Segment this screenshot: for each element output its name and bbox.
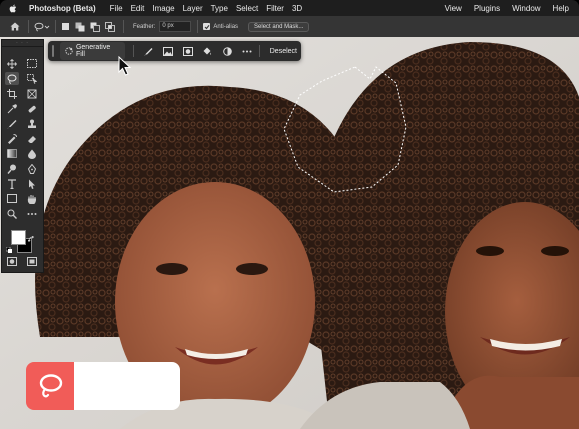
- zoom-tool-icon[interactable]: [5, 207, 19, 220]
- select-and-mask-button[interactable]: Select and Mask...: [248, 21, 310, 32]
- feather-input[interactable]: 0 px: [159, 21, 192, 32]
- stamp-tool-icon[interactable]: [25, 117, 39, 130]
- apple-icon[interactable]: [9, 4, 19, 13]
- eraser-tool-icon[interactable]: [25, 132, 39, 145]
- menu-select[interactable]: Select: [236, 4, 258, 13]
- menu-edit[interactable]: Edit: [131, 4, 145, 13]
- badge-lasso-icon: [26, 362, 74, 410]
- color-swatches: [5, 230, 36, 253]
- contrast-icon[interactable]: [217, 46, 237, 56]
- lasso-preset-icon[interactable]: [34, 22, 50, 32]
- marquee-tool-icon[interactable]: [25, 57, 39, 70]
- menu-plugins[interactable]: Plugins: [474, 4, 500, 13]
- anti-alias-label: Anti-alias: [213, 23, 239, 30]
- home-icon[interactable]: [10, 22, 20, 31]
- anti-alias-checkbox[interactable]: [203, 23, 211, 30]
- add-selection-icon[interactable]: [75, 22, 85, 32]
- menu-type[interactable]: Type: [211, 4, 228, 13]
- subtract-selection-icon[interactable]: [90, 22, 100, 32]
- generative-fill-label: Generative Fill: [75, 44, 111, 58]
- screen-mode-icon[interactable]: [25, 255, 39, 268]
- menu-image[interactable]: Image: [152, 4, 174, 13]
- spot-healing-tool-icon[interactable]: [25, 102, 39, 115]
- generative-fill-button[interactable]: Generative Fill: [59, 42, 126, 60]
- gradient-tool-icon[interactable]: [5, 147, 19, 160]
- contextual-task-bar: Generative Fill Deselect: [48, 41, 301, 61]
- generative-fill-icon: [65, 47, 73, 55]
- hand-tool-icon[interactable]: [25, 192, 39, 205]
- frame-tool-icon[interactable]: [25, 87, 39, 100]
- more-tools-icon[interactable]: [25, 207, 39, 220]
- shape-tool-icon[interactable]: [5, 192, 19, 205]
- path-selection-tool-icon[interactable]: [25, 177, 39, 190]
- menu-layer[interactable]: Layer: [183, 4, 203, 13]
- lasso-tool-icon[interactable]: [5, 72, 19, 85]
- mask-icon[interactable]: [178, 46, 198, 56]
- new-selection-icon[interactable]: [61, 22, 70, 31]
- menu-view[interactable]: View: [445, 4, 462, 13]
- menu-file[interactable]: File: [110, 4, 123, 13]
- swap-colors-icon[interactable]: [27, 230, 35, 248]
- eyedropper-tool-icon[interactable]: [5, 102, 19, 115]
- type-tool-icon[interactable]: [5, 177, 19, 190]
- menu-help[interactable]: Help: [553, 4, 569, 13]
- move-tool-icon[interactable]: [5, 57, 19, 70]
- menu-window[interactable]: Window: [512, 4, 540, 13]
- feather-label: Feather:: [133, 23, 156, 30]
- toolbox-panel: · · ·: [1, 39, 44, 273]
- menu-filter[interactable]: Filter: [266, 4, 284, 13]
- options-bar: Feather: 0 px Anti-alias Select and Mask…: [0, 16, 579, 38]
- foreground-color-swatch[interactable]: [11, 230, 26, 245]
- badge-label-area: [74, 362, 180, 410]
- more-icon[interactable]: [237, 50, 257, 53]
- quick-mask-icon[interactable]: [5, 255, 19, 268]
- intersect-selection-icon[interactable]: [105, 21, 115, 32]
- brush-tool-icon[interactable]: [5, 117, 19, 130]
- toolbox-grip[interactable]: · · ·: [2, 40, 43, 47]
- deselect-button[interactable]: Deselect: [266, 46, 301, 57]
- blur-tool-icon[interactable]: [25, 147, 39, 160]
- object-selection-tool-icon[interactable]: [25, 72, 39, 85]
- lasso-feature-badge: [26, 362, 180, 410]
- crop-tool-icon[interactable]: [5, 87, 19, 100]
- bucket-icon[interactable]: [198, 46, 218, 56]
- taskbar-drag-handle[interactable]: [52, 45, 54, 57]
- menu-bar: Photoshop (Beta) File Edit Image Layer T…: [0, 0, 579, 16]
- dodge-tool-icon[interactable]: [5, 162, 19, 175]
- history-brush-tool-icon[interactable]: [5, 132, 19, 145]
- app-name-menu[interactable]: Photoshop (Beta): [29, 4, 96, 13]
- mouse-cursor-icon: [118, 55, 132, 81]
- brush-icon[interactable]: [138, 47, 158, 56]
- menu-3d[interactable]: 3D: [292, 4, 302, 13]
- pen-tool-icon[interactable]: [25, 162, 39, 175]
- image-icon[interactable]: [158, 46, 178, 56]
